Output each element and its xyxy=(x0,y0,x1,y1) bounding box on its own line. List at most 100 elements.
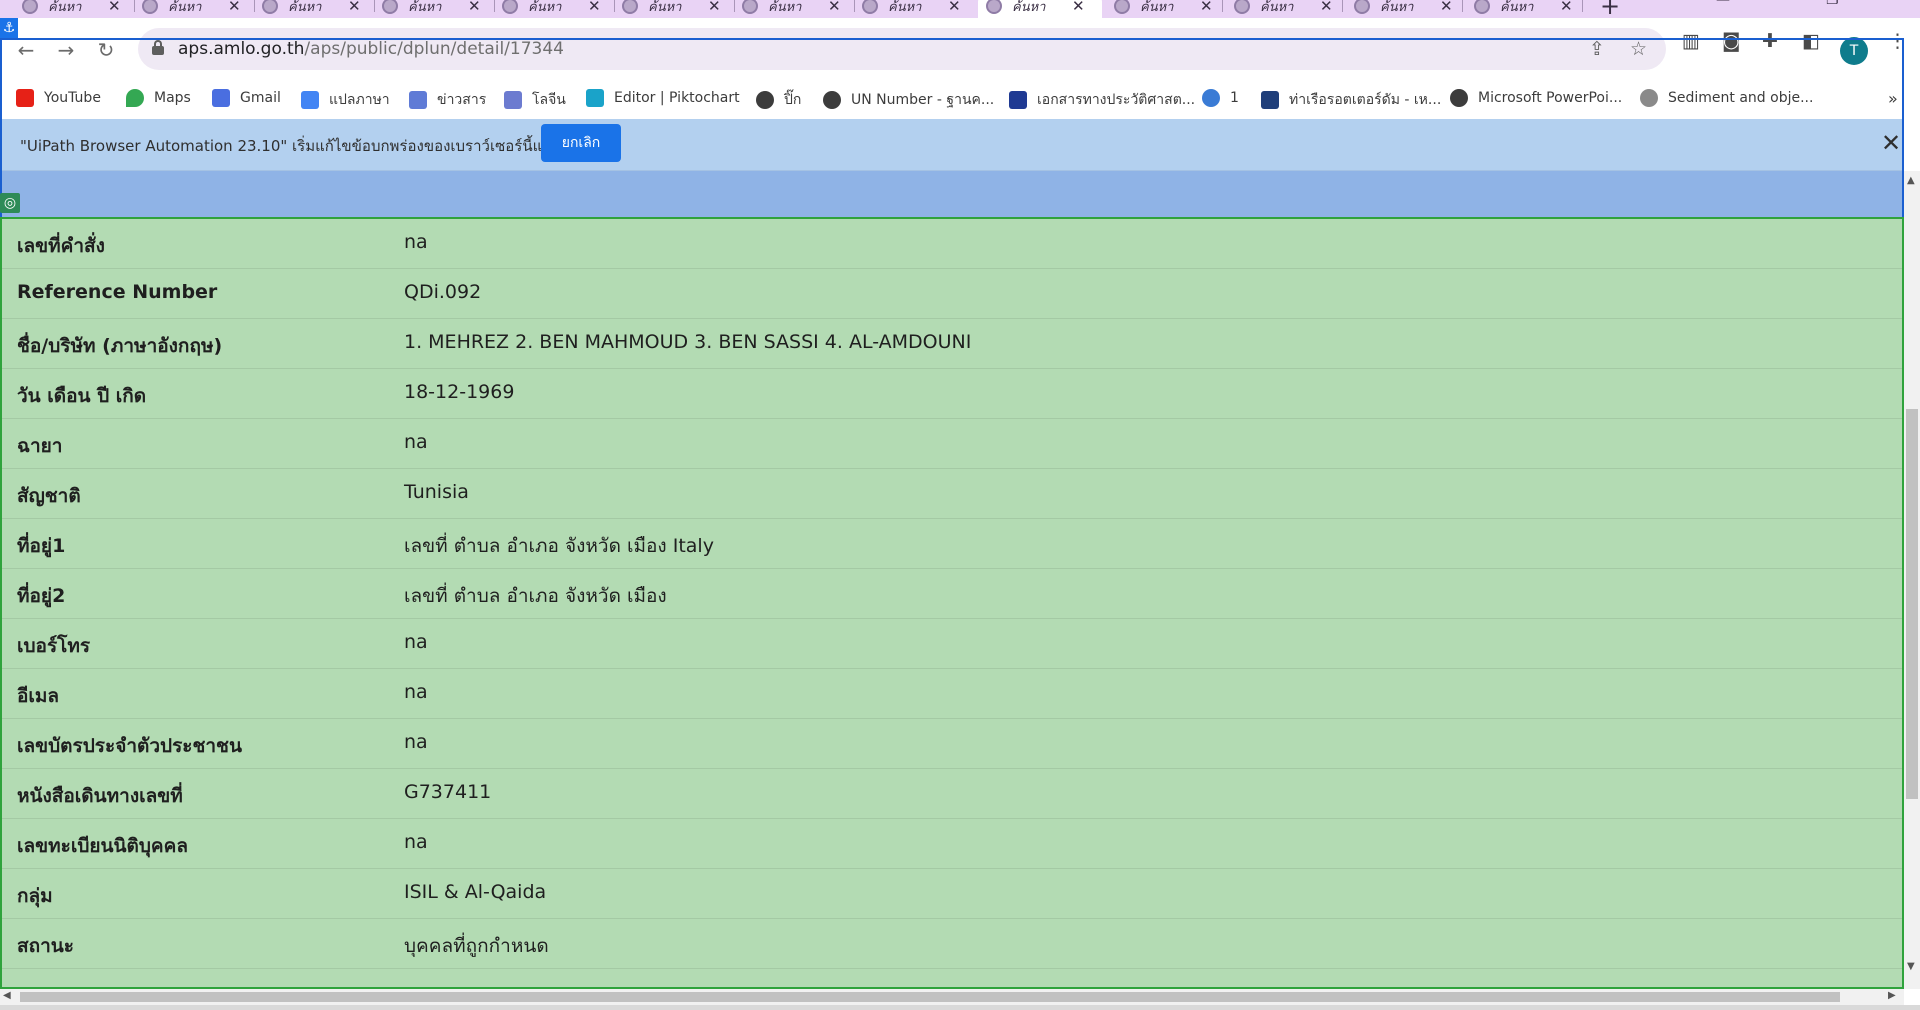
taskbar-edge xyxy=(0,1005,1920,1010)
table-row: เลขที่คำสั่ง na xyxy=(2,219,1902,269)
infobar-message: "UiPath Browser Automation 23.10" เริ่มแ… xyxy=(20,137,560,155)
browser-tab[interactable]: ค้นหา ✕ xyxy=(854,0,969,18)
bookmark-item[interactable]: 1 xyxy=(1202,89,1239,107)
browser-tab[interactable]: ค้นหา ✕ xyxy=(14,0,129,18)
maximize-window-icon[interactable]: ❐ xyxy=(1826,0,1839,8)
bookmark-item[interactable]: ท่าเรือรอตเตอร์ดัม - เห... xyxy=(1261,89,1441,111)
back-arrow-icon[interactable]: ← xyxy=(12,36,40,64)
bookmark-item[interactable]: Sediment and obje... xyxy=(1640,89,1813,107)
site-favicon-icon xyxy=(502,0,518,14)
browser-tab[interactable]: ค้นหา ✕ xyxy=(254,0,369,18)
bookmark-star-icon[interactable]: ☆ xyxy=(1630,38,1647,60)
selection-outline xyxy=(0,38,2,218)
extensions-puzzle-icon[interactable]: ✚ xyxy=(1762,30,1778,52)
browser-tab[interactable]: ค้นหา ✕ xyxy=(1226,0,1341,18)
document-icon xyxy=(1009,91,1027,109)
bookmark-item[interactable]: Gmail xyxy=(212,89,281,107)
piktochart-icon xyxy=(586,89,604,107)
close-tab-icon[interactable]: ✕ xyxy=(1320,0,1333,15)
table-row: เบอร์โทร na xyxy=(2,619,1902,669)
browser-tab[interactable]: ค้นหา ✕ xyxy=(374,0,489,18)
scroll-down-arrow-icon[interactable]: ▼ xyxy=(1907,961,1915,972)
scrollbar-thumb[interactable] xyxy=(20,992,1840,1002)
scrollbar-thumb[interactable] xyxy=(1906,409,1918,799)
st-icon xyxy=(1261,91,1279,109)
bookmark-item[interactable]: แปลภาษา xyxy=(301,89,390,111)
anchor-icon[interactable]: ⚓ xyxy=(0,18,18,38)
close-tab-icon[interactable]: ✕ xyxy=(468,0,481,15)
tab-strip: ค้นหา ✕ ค้นหา ✕ ค้นหา ✕ ค้นหา ✕ ค้นหา ✕ ค้นหา… xyxy=(0,0,1920,18)
browser-tab[interactable]: ค้นหา ✕ xyxy=(614,0,729,18)
close-tab-icon[interactable]: ✕ xyxy=(1072,0,1085,15)
bookmark-item[interactable]: YouTube xyxy=(16,89,101,107)
close-tab-icon[interactable]: ✕ xyxy=(1200,0,1213,15)
camera-icon[interactable]: ◙ xyxy=(1722,30,1740,52)
maps-pin-icon xyxy=(126,89,144,107)
browser-tab[interactable]: ค้นหา ✕ xyxy=(494,0,609,18)
scroll-left-arrow-icon[interactable]: ◀ xyxy=(3,990,11,1001)
close-tab-icon[interactable]: ✕ xyxy=(108,0,121,15)
horizontal-scrollbar[interactable]: ◀ ▶ xyxy=(0,989,1904,1005)
browser-tab[interactable]: ค้นหา ✕ xyxy=(134,0,249,18)
address-bar[interactable]: aps.amlo.go.th/aps/public/dplun/detail/1… xyxy=(138,28,1666,70)
figure-icon xyxy=(1640,89,1658,107)
target-icon[interactable]: ◎ xyxy=(0,193,20,213)
tab-separator xyxy=(1342,0,1343,12)
browser-tab[interactable]: ค้นหา ✕ xyxy=(734,0,849,18)
bookmark-item[interactable]: เอกสารทางประวัติศาสต... xyxy=(1009,89,1195,111)
bookmark-item[interactable]: Microsoft PowerPoi... xyxy=(1450,89,1622,107)
scroll-up-arrow-icon[interactable]: ▲ xyxy=(1907,175,1915,186)
browser-tab[interactable]: ค้นหา ✕ xyxy=(1466,0,1581,18)
close-tab-icon[interactable]: ✕ xyxy=(948,0,961,15)
close-tab-icon[interactable]: ✕ xyxy=(708,0,721,15)
browser-toolbar: ← → ↻ aps.amlo.go.th/aps/public/dplun/de… xyxy=(0,18,1920,81)
youtube-icon xyxy=(16,89,34,107)
vertical-scrollbar[interactable]: ▲ ▼ xyxy=(1904,171,1920,989)
share-icon[interactable]: ⇪ xyxy=(1589,38,1605,60)
minimize-window-icon[interactable]: — xyxy=(1716,0,1730,8)
close-tab-icon[interactable]: ✕ xyxy=(828,0,841,15)
table-row: Reference Number QDi.092 xyxy=(2,269,1902,319)
browser-tab[interactable]: ค้นหา ✕ xyxy=(1106,0,1221,18)
bookmark-item[interactable]: ปิ๊ก xyxy=(756,89,801,111)
browser-tab-active[interactable]: ค้นหา ✕ xyxy=(978,0,1102,18)
location-icon xyxy=(1202,89,1220,107)
url-text[interactable]: aps.amlo.go.th/aps/public/dplun/detail/1… xyxy=(178,39,564,59)
bookmark-item[interactable]: ข่าวสาร xyxy=(409,89,486,111)
close-icon[interactable]: ✕ xyxy=(1881,129,1901,157)
browser-tab[interactable]: ค้นหา ✕ xyxy=(1346,0,1461,18)
table-row: ที่อยู่2 เลขที่ ตำบล อำเภอ จังหวัด เมือง xyxy=(2,569,1902,619)
close-tab-icon[interactable]: ✕ xyxy=(1440,0,1453,15)
chinese-flag-icon xyxy=(504,91,522,109)
lock-icon[interactable] xyxy=(152,40,164,55)
side-panel-icon[interactable]: ◧ xyxy=(1802,30,1820,52)
close-tab-icon[interactable]: ✕ xyxy=(588,0,601,15)
reload-icon[interactable]: ↻ xyxy=(92,36,120,64)
more-bookmarks-chevron-icon[interactable]: » xyxy=(1888,89,1898,108)
bookmark-item[interactable]: Maps xyxy=(126,89,191,107)
forward-arrow-icon[interactable]: → xyxy=(52,36,80,64)
news-icon xyxy=(409,91,427,109)
more-menu-icon[interactable]: ⋮ xyxy=(1888,30,1907,52)
close-tab-icon[interactable]: ✕ xyxy=(348,0,361,15)
bookmark-item[interactable]: Editor | Piktochart xyxy=(586,89,740,107)
bookmark-item[interactable]: โลจีน xyxy=(504,89,566,111)
table-row: เลขทะเบียนนิติบุคคล na xyxy=(2,819,1902,869)
site-favicon-icon xyxy=(1234,0,1250,14)
cancel-button[interactable]: ยกเลิก xyxy=(541,124,621,162)
translate-icon xyxy=(301,91,319,109)
site-favicon-icon xyxy=(1474,0,1490,14)
site-favicon-icon xyxy=(862,0,878,14)
new-tab-button[interactable]: + xyxy=(1600,0,1620,18)
table-row: อีเมล na xyxy=(2,669,1902,719)
close-tab-icon[interactable]: ✕ xyxy=(1560,0,1573,15)
bookmark-item[interactable]: UN Number - ฐานค... xyxy=(823,89,994,111)
table-row: ชื่อ/บริษัท (ภาษาอังกฤษ) 1. MEHREZ 2. BEN… xyxy=(2,319,1902,369)
globe-icon xyxy=(1450,89,1468,107)
close-tab-icon[interactable]: ✕ xyxy=(228,0,241,15)
detail-table: เลขที่คำสั่ง na Reference Number QDi.092 ช… xyxy=(0,217,1904,989)
scroll-right-arrow-icon[interactable]: ▶ xyxy=(1888,990,1896,1001)
extension-bars-icon[interactable]: ▥ xyxy=(1682,30,1700,52)
profile-avatar[interactable]: T xyxy=(1840,37,1868,65)
table-row: เลขบัตรประจำตัวประชาชน na xyxy=(2,719,1902,769)
